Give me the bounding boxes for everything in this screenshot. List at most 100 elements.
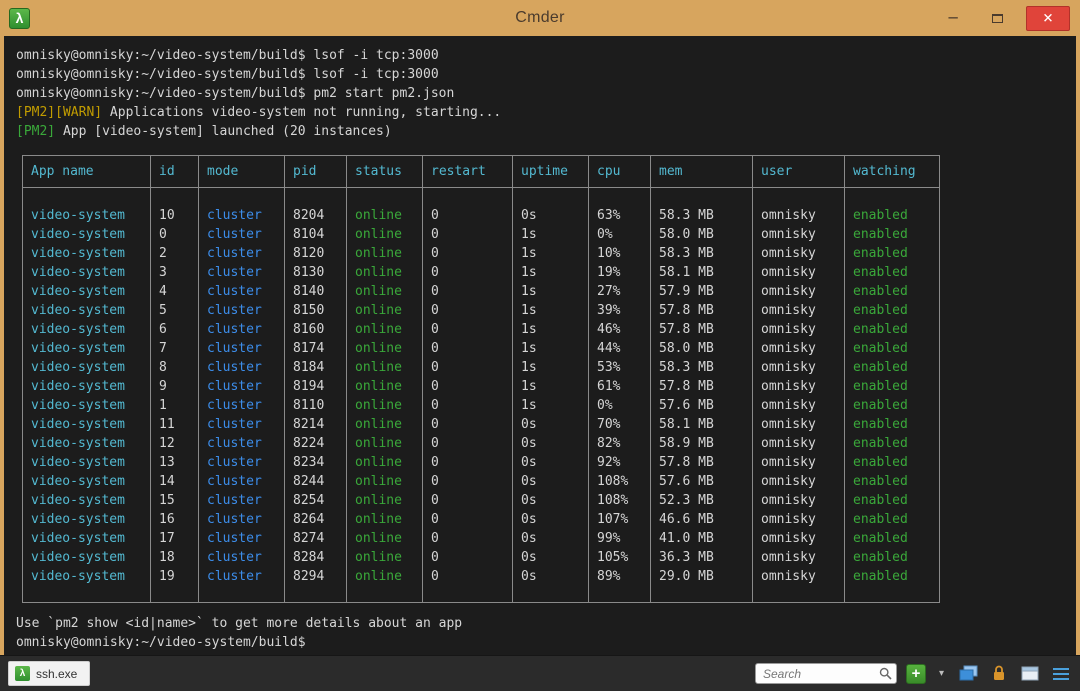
- column-header: watching: [845, 156, 940, 188]
- table-cell: 58.1 MB: [651, 263, 753, 282]
- table-cell: cluster: [199, 396, 285, 415]
- titlebar[interactable]: λ Cmder ─ ×: [0, 0, 1080, 36]
- terminal-line: omnisky@omnisky:~/video-system/build$ ls…: [16, 65, 1064, 84]
- table-cell: 8104: [285, 225, 347, 244]
- table-cell: 1s: [513, 320, 589, 339]
- table-cell: online: [347, 453, 423, 472]
- table-row: video-system6cluster8160online01s46%57.8…: [23, 320, 940, 339]
- table-cell: 8224: [285, 434, 347, 453]
- table-cell: 8120: [285, 244, 347, 263]
- table-cell: video-system: [23, 529, 151, 548]
- table-cell: enabled: [845, 301, 940, 320]
- terminal[interactable]: omnisky@omnisky:~/video-system/build$ ls…: [4, 36, 1076, 655]
- table-cell: 19%: [589, 263, 651, 282]
- table-row: video-system11cluster8214online00s70%58.…: [23, 415, 940, 434]
- table-cell: online: [347, 320, 423, 339]
- table-cell: 8184: [285, 358, 347, 377]
- terminal-line: [PM2][WARN] Applications video-system no…: [16, 103, 1064, 122]
- table-cell: 1s: [513, 377, 589, 396]
- column-header: mem: [651, 156, 753, 188]
- table-cell: 1: [151, 396, 199, 415]
- console-tab-ssh[interactable]: λ ssh.exe: [8, 661, 90, 686]
- table-row: video-system18cluster8284online00s105%36…: [23, 548, 940, 567]
- table-cell: 17: [151, 529, 199, 548]
- table-cell: 0s: [513, 567, 589, 603]
- maximize-button[interactable]: [982, 6, 1012, 30]
- column-header: mode: [199, 156, 285, 188]
- table-cell: omnisky: [753, 377, 845, 396]
- table-cell: 99%: [589, 529, 651, 548]
- console-tab-label: ssh.exe: [36, 667, 77, 681]
- table-row: video-system5cluster8150online01s39%57.8…: [23, 301, 940, 320]
- table-row: video-system3cluster8130online01s19%58.1…: [23, 263, 940, 282]
- table-cell: 8174: [285, 339, 347, 358]
- table-cell: 0%: [589, 225, 651, 244]
- table-cell: video-system: [23, 301, 151, 320]
- table-cell: online: [347, 301, 423, 320]
- table-cell: 52.3 MB: [651, 491, 753, 510]
- table-cell: omnisky: [753, 225, 845, 244]
- table-cell: 8130: [285, 263, 347, 282]
- table-cell: 8204: [285, 188, 347, 226]
- terminal-line: [PM2] App [video-system] launched (20 in…: [16, 122, 1064, 141]
- table-cell: omnisky: [753, 453, 845, 472]
- table-cell: 1s: [513, 225, 589, 244]
- table-cell: 57.8 MB: [651, 377, 753, 396]
- minimize-button[interactable]: ─: [938, 6, 968, 30]
- search-input[interactable]: [755, 663, 897, 684]
- windows-icon: [959, 665, 978, 682]
- table-cell: 13: [151, 453, 199, 472]
- table-cell: video-system: [23, 244, 151, 263]
- table-cell: 11: [151, 415, 199, 434]
- new-console-dropdown[interactable]: ▾: [935, 664, 948, 684]
- table-cell: enabled: [845, 188, 940, 226]
- column-header: uptime: [513, 156, 589, 188]
- table-cell: 46.6 MB: [651, 510, 753, 529]
- close-button[interactable]: ×: [1026, 6, 1070, 31]
- table-cell: 0: [423, 548, 513, 567]
- view-console-button[interactable]: [1019, 663, 1041, 685]
- table-cell: 44%: [589, 339, 651, 358]
- table-cell: 18: [151, 548, 199, 567]
- table-cell: 0: [423, 339, 513, 358]
- table-cell: 2: [151, 244, 199, 263]
- table-cell: 1s: [513, 339, 589, 358]
- switch-console-button[interactable]: [957, 663, 979, 685]
- table-cell: cluster: [199, 453, 285, 472]
- table-cell: 108%: [589, 472, 651, 491]
- terminal-line: omnisky@omnisky:~/video-system/build$ ls…: [16, 46, 1064, 65]
- table-cell: enabled: [845, 491, 940, 510]
- new-console-button[interactable]: +: [906, 664, 926, 684]
- lock-console-button[interactable]: [988, 663, 1010, 685]
- table-row: video-system9cluster8194online01s61%57.8…: [23, 377, 940, 396]
- table-cell: 8234: [285, 453, 347, 472]
- table-cell: 8214: [285, 415, 347, 434]
- table-cell: enabled: [845, 263, 940, 282]
- table-cell: 57.6 MB: [651, 472, 753, 491]
- table-cell: omnisky: [753, 301, 845, 320]
- table-cell: cluster: [199, 244, 285, 263]
- menu-button[interactable]: [1050, 663, 1072, 685]
- table-cell: omnisky: [753, 263, 845, 282]
- table-cell: 0: [423, 358, 513, 377]
- table-cell: 0s: [513, 529, 589, 548]
- statusbar: λ ssh.exe + ▾: [0, 655, 1080, 691]
- table-cell: 82%: [589, 434, 651, 453]
- table-cell: 8284: [285, 548, 347, 567]
- table-cell: omnisky: [753, 529, 845, 548]
- table-cell: 0: [423, 244, 513, 263]
- table-cell: online: [347, 377, 423, 396]
- terminal-lines-before: omnisky@omnisky:~/video-system/build$ ls…: [16, 46, 1064, 141]
- window-pane-icon: [1021, 666, 1039, 681]
- table-cell: cluster: [199, 263, 285, 282]
- table-cell: 12: [151, 434, 199, 453]
- table-cell: enabled: [845, 472, 940, 491]
- table-cell: 8244: [285, 472, 347, 491]
- table-cell: 0s: [513, 510, 589, 529]
- column-header: id: [151, 156, 199, 188]
- pm2-process-table: App nameidmodepidstatusrestartuptimecpum…: [22, 155, 940, 603]
- table-cell: video-system: [23, 282, 151, 301]
- table-cell: 0s: [513, 415, 589, 434]
- table-cell: 0: [423, 510, 513, 529]
- terminal-line: omnisky@omnisky:~/video-system/build$ pm…: [16, 84, 1064, 103]
